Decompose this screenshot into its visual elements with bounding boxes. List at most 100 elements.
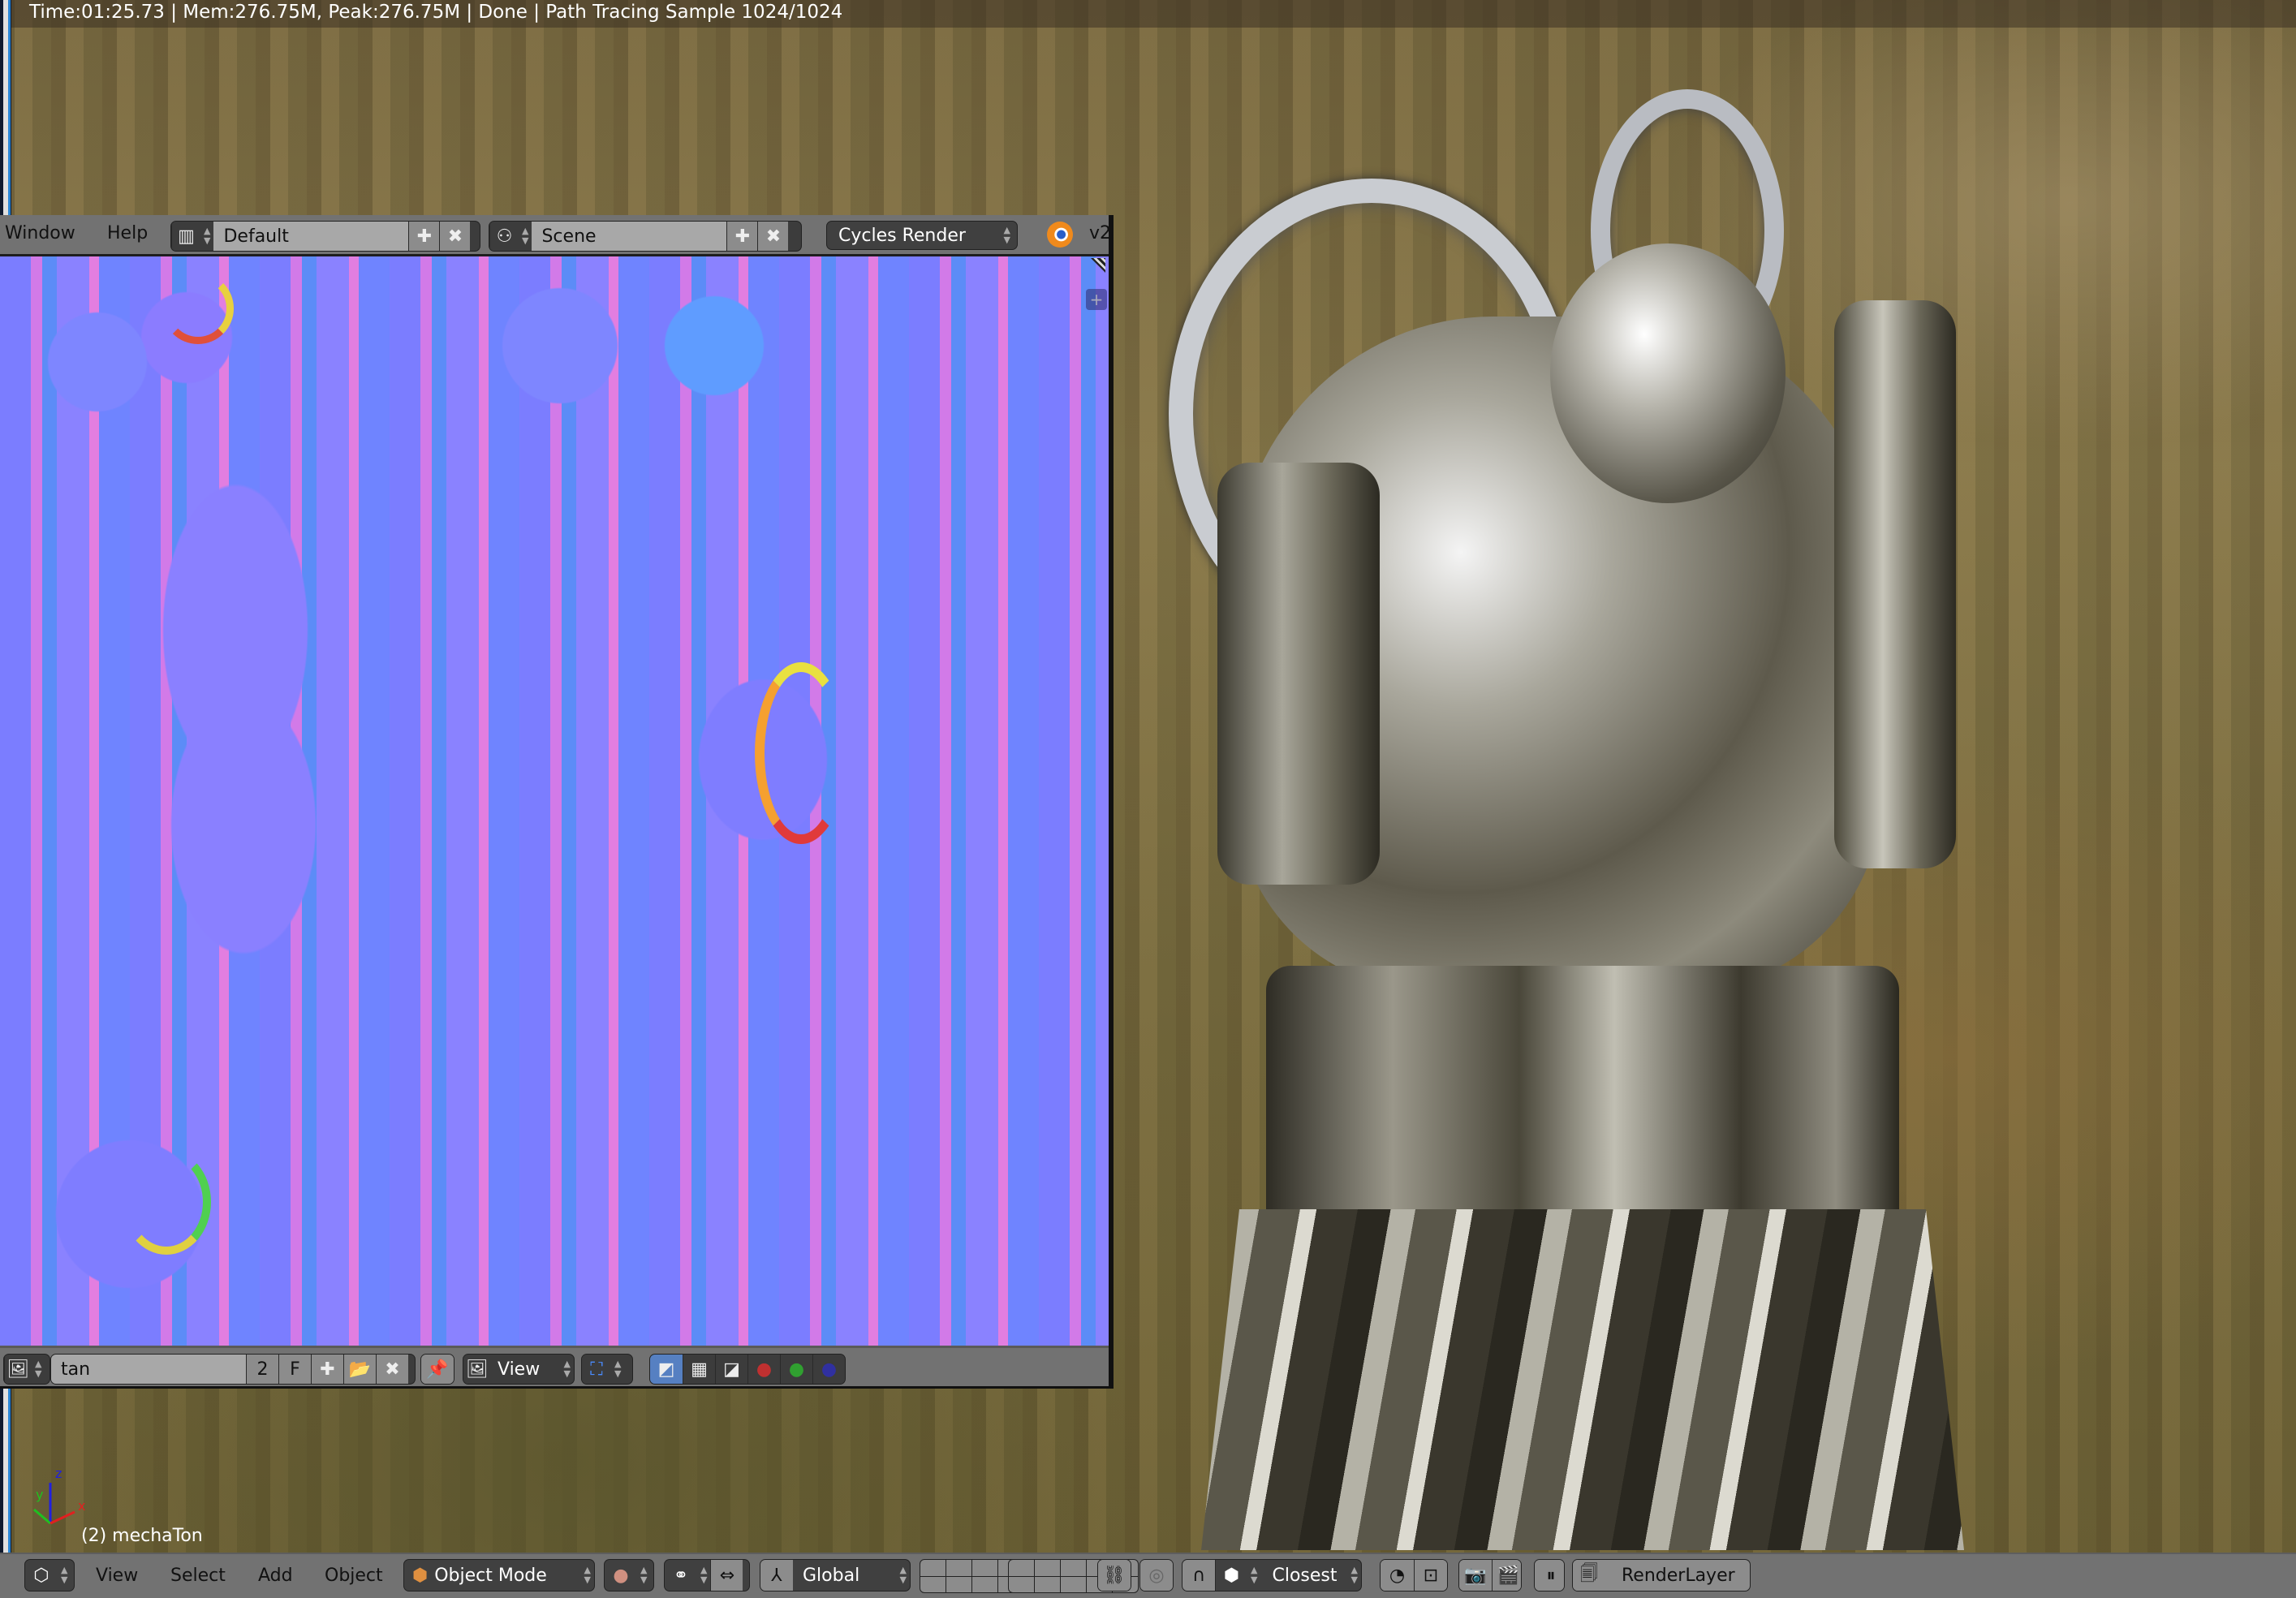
scene-selector[interactable]: ⚇ ▲ ▼ Scene ✚ ✖: [489, 221, 802, 252]
layer-12[interactable]: [946, 1577, 971, 1592]
new-image-button[interactable]: ✚: [311, 1355, 343, 1384]
layer-18[interactable]: [1061, 1577, 1086, 1592]
render-status-bar: Time:01:25.73 | Mem:276.75M, Peak:276.75…: [11, 0, 2296, 28]
editor-type-selector[interactable]: 🖼 ▲ ▼: [3, 1354, 50, 1385]
pivot-point-dropdown[interactable]: ⚭ ▲ ▼ ⇔: [664, 1559, 750, 1592]
layer-11[interactable]: [920, 1577, 946, 1592]
snap-element-icon[interactable]: ⬢: [1215, 1560, 1247, 1591]
render-buttons[interactable]: 📷 🎬: [1458, 1559, 1522, 1592]
editor-type-selector-3d[interactable]: ⬡ ▲ ▼: [24, 1559, 75, 1592]
layer-6[interactable]: [1009, 1560, 1034, 1576]
robot-shoulder-right: [1834, 300, 1956, 868]
menu-window[interactable]: Window: [5, 223, 75, 243]
screen-layout-icon[interactable]: ▥: [171, 222, 200, 251]
render-engine-dropdown[interactable]: Cycles Render ▲ ▼: [826, 221, 1018, 250]
remove-layout-button[interactable]: ✖: [439, 222, 471, 251]
version-label: v2: [1089, 223, 1112, 243]
screen-layout-field[interactable]: Default: [213, 222, 409, 251]
rendered-shading-icon[interactable]: ●: [605, 1560, 637, 1591]
display-channels[interactable]: ◩ ▦ ◪ ● ● ●: [649, 1354, 846, 1385]
menu-view[interactable]: View: [96, 1566, 138, 1586]
channel-blue-button[interactable]: ●: [812, 1355, 845, 1384]
object-mode-icon: ⬢: [412, 1565, 429, 1586]
snap-magnet-icon[interactable]: ∩: [1182, 1560, 1215, 1591]
menu-object[interactable]: Object: [325, 1566, 383, 1586]
add-scene-button[interactable]: ✚: [726, 222, 758, 251]
layer-1[interactable]: [920, 1560, 946, 1576]
view-axes-gizmo: z y x: [33, 1466, 85, 1525]
render-layer-dropdown[interactable]: 🗐 RenderLayer: [1572, 1559, 1751, 1592]
user-count[interactable]: 2: [246, 1355, 278, 1384]
image-name-field[interactable]: tan: [51, 1355, 246, 1384]
channel-color-button[interactable]: ▦: [683, 1355, 715, 1384]
menu-select[interactable]: Select: [170, 1566, 226, 1586]
pivot-icon[interactable]: ⛶: [582, 1355, 611, 1384]
pivot-point-icon[interactable]: ⚭: [665, 1560, 697, 1591]
proportional-icon[interactable]: ◎: [1140, 1560, 1173, 1591]
transform-orientation-dropdown[interactable]: ⅄ Global ▲ ▼: [760, 1559, 911, 1592]
snap-target-label: Closest: [1272, 1565, 1338, 1586]
remove-scene-button[interactable]: ✖: [757, 222, 789, 251]
layer-16[interactable]: [1009, 1577, 1034, 1592]
image-editor-icon[interactable]: 🖼: [4, 1355, 32, 1384]
normal-map-image[interactable]: +: [0, 256, 1109, 1346]
layer-7[interactable]: [1035, 1560, 1060, 1576]
info-header: Window Help ▥ ▲ ▼ Default ✚ ✖ ⚇ ▲ ▼ Scene …: [0, 215, 1112, 256]
unlink-image-button[interactable]: ✖: [376, 1355, 408, 1384]
scene-icon[interactable]: ⚇: [489, 222, 519, 251]
channel-color-alpha-button[interactable]: ◩: [650, 1355, 683, 1384]
mode-label: Object Mode: [434, 1565, 547, 1586]
image-editor-window: Window Help ▥ ▲ ▼ Default ✚ ✖ ⚇ ▲ ▼ Scene …: [0, 215, 1114, 1389]
layer-13[interactable]: [972, 1577, 997, 1592]
pause-icon[interactable]: ⏸: [1535, 1560, 1564, 1591]
robot-head: [1550, 243, 1786, 503]
align-rotation-icon[interactable]: ◔: [1381, 1560, 1414, 1591]
add-layout-button[interactable]: ✚: [408, 222, 440, 251]
layer-2[interactable]: [946, 1560, 971, 1576]
blender-logo-icon: [1047, 222, 1073, 248]
scene-arrows-icon[interactable]: ▲ ▼: [519, 226, 532, 246]
open-image-icon[interactable]: 📂: [343, 1355, 376, 1384]
opengl-render-animation-icon[interactable]: 🎬: [1492, 1560, 1521, 1591]
layout-arrows-icon[interactable]: ▲ ▼: [200, 226, 213, 246]
snap-controls[interactable]: ∩ ⬢ ▲ ▼ Closest ▲ ▼: [1182, 1559, 1362, 1592]
image-datablock[interactable]: tan 2 F ✚ 📂 ✖: [50, 1354, 416, 1385]
dropdown-arrows-icon: ▲ ▼: [1003, 225, 1010, 245]
menu-add[interactable]: Add: [258, 1566, 293, 1586]
pin-icon[interactable]: 📌: [421, 1355, 454, 1384]
3d-view-icon[interactable]: ⬡: [25, 1560, 58, 1591]
lock-camera-layers-toggle[interactable]: ⛓: [1097, 1559, 1131, 1592]
normal-map-highlight: [755, 662, 847, 844]
menu-help[interactable]: Help: [107, 223, 148, 243]
pin-image-toggle[interactable]: 📌: [420, 1354, 454, 1385]
view-menu-dropdown[interactable]: 🖼 View ▲ ▼: [463, 1354, 575, 1385]
opengl-render-image-icon[interactable]: 📷: [1459, 1560, 1492, 1591]
rendered-robot-mechaton: [1152, 89, 2013, 1550]
scene-field[interactable]: Scene: [532, 222, 727, 251]
3d-view-header: ⬡ ▲ ▼ View Select Add Object ⬢ Object Mod…: [0, 1553, 2296, 1598]
channel-green-button[interactable]: ●: [780, 1355, 812, 1384]
snap-options[interactable]: ◔ ⊡: [1380, 1559, 1448, 1592]
transform-axes-icon[interactable]: ⅄: [760, 1560, 793, 1591]
robot-legs: [1201, 1209, 1964, 1550]
layer-8[interactable]: [1061, 1560, 1086, 1576]
proportional-edit-toggle[interactable]: ◎: [1139, 1559, 1174, 1592]
pause-render-toggle[interactable]: ⏸: [1534, 1559, 1565, 1592]
channel-red-button[interactable]: ●: [747, 1355, 780, 1384]
object-info-label: (2) mechaTon: [81, 1526, 203, 1546]
project-individual-icon[interactable]: ⊡: [1413, 1560, 1447, 1591]
channel-alpha-button[interactable]: ◪: [715, 1355, 747, 1384]
mode-dropdown[interactable]: ⬢ Object Mode ▲ ▼: [403, 1559, 595, 1592]
toolshelf-toggle-icon[interactable]: +: [1086, 289, 1107, 310]
screen-layout-selector[interactable]: ▥ ▲ ▼ Default ✚ ✖: [170, 221, 480, 252]
layer-17[interactable]: [1035, 1577, 1060, 1592]
manipulator-toggle-icon[interactable]: ⇔: [710, 1560, 743, 1591]
viewport-shading-dropdown[interactable]: ● ▲ ▼: [604, 1559, 654, 1592]
pivot-selector[interactable]: ⛶ ▲ ▼: [581, 1354, 633, 1385]
view-menu-label: View: [498, 1359, 541, 1380]
area-split-handle[interactable]: [1091, 258, 1105, 273]
fake-user-toggle[interactable]: F: [278, 1355, 311, 1384]
robot-shoulder-left: [1217, 463, 1380, 885]
link-icon[interactable]: ⛓: [1098, 1560, 1131, 1591]
layer-3[interactable]: [972, 1560, 997, 1576]
